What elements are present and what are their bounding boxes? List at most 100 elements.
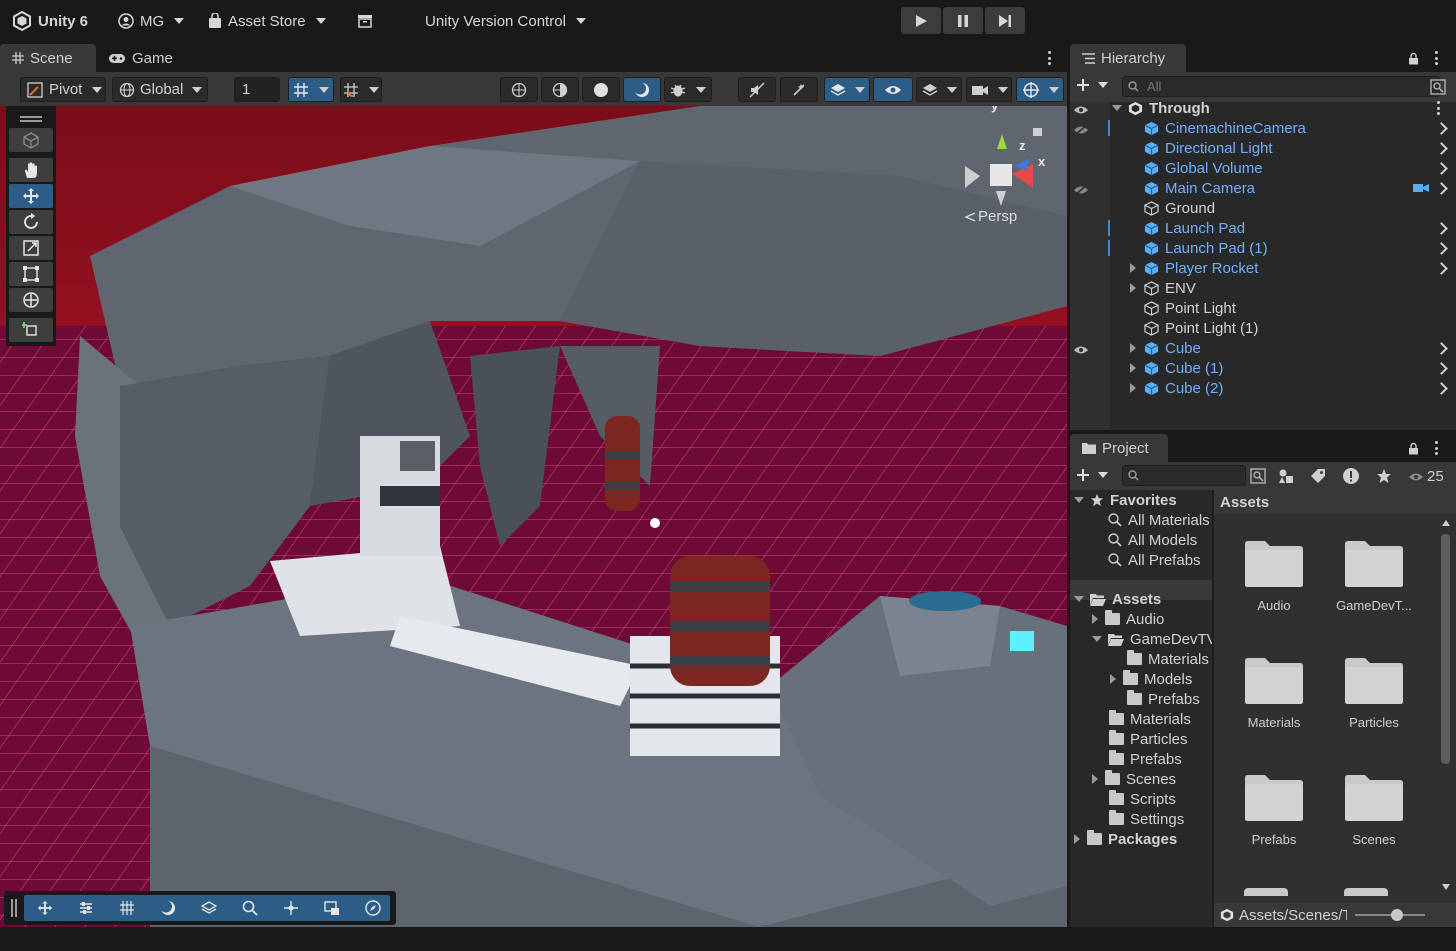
- expand-arrow-icon[interactable]: [1130, 382, 1136, 393]
- favorites-folder[interactable]: Favorites: [1074, 490, 1177, 510]
- global-dropdown[interactable]: Global: [112, 77, 208, 102]
- chevron-right-icon[interactable]: [1435, 122, 1448, 135]
- asset-folder-item[interactable]: Prefabs: [1224, 774, 1324, 847]
- overlay-grid-button[interactable]: [106, 895, 147, 921]
- hierarchy-item[interactable]: ENV: [1070, 278, 1456, 298]
- packages-folder[interactable]: Packages: [1074, 829, 1177, 849]
- create-asset-dropdown[interactable]: [1076, 468, 1108, 482]
- lock-icon[interactable]: [1408, 442, 1419, 455]
- expand-arrow-icon[interactable]: [1110, 674, 1116, 684]
- chevron-right-icon[interactable]: [1435, 262, 1448, 275]
- asset-folder-item[interactable]: GameDevT...: [1324, 540, 1424, 613]
- chevron-right-icon[interactable]: [1435, 162, 1448, 175]
- tab-hierarchy[interactable]: Hierarchy: [1070, 44, 1186, 72]
- tag-icon[interactable]: [1310, 468, 1326, 484]
- project-search-input[interactable]: [1122, 465, 1246, 486]
- chevron-right-icon[interactable]: [1435, 182, 1448, 195]
- vertical-scrollbar[interactable]: [1440, 520, 1450, 890]
- unity-menu[interactable]: Unity 6: [12, 0, 88, 42]
- hierarchy-item[interactable]: Global Volume: [1070, 158, 1456, 178]
- tab-game[interactable]: Game: [96, 44, 185, 72]
- layers-overlay-toggle[interactable]: [824, 77, 870, 102]
- rotate-tool-button[interactable]: [9, 210, 53, 234]
- expand-arrow-icon[interactable]: [1092, 614, 1098, 624]
- version-control-dropdown[interactable]: Unity Version Control: [425, 0, 586, 42]
- assets-folder[interactable]: Assets: [1074, 589, 1161, 609]
- hierarchy-item[interactable]: Launch Pad (1): [1070, 238, 1456, 258]
- pause-button[interactable]: [943, 7, 983, 34]
- hierarchy-item[interactable]: Point Light (1): [1070, 318, 1456, 338]
- expand-arrow-icon[interactable]: [1130, 262, 1136, 273]
- effects-toggle[interactable]: [780, 77, 818, 102]
- shaded-wireframe-button[interactable]: [541, 77, 579, 102]
- drag-handle-icon[interactable]: [11, 899, 13, 917]
- step-button[interactable]: [985, 7, 1025, 34]
- overlay-settings-button[interactable]: [65, 895, 106, 921]
- tab-scene[interactable]: Scene: [0, 44, 96, 72]
- tree-particles[interactable]: Particles: [1109, 729, 1188, 749]
- overlay-search-button[interactable]: [229, 895, 270, 921]
- expand-arrow-icon[interactable]: [1074, 497, 1084, 503]
- project-menu-icon[interactable]: [1434, 441, 1438, 455]
- chevron-right-icon[interactable]: [1435, 222, 1448, 235]
- hierarchy-item[interactable]: Ground: [1070, 198, 1456, 218]
- visibility-toggle[interactable]: [873, 77, 913, 102]
- tree-scenes[interactable]: Scenes: [1092, 769, 1176, 789]
- warning-icon[interactable]: [1342, 467, 1360, 485]
- custom-tool-button[interactable]: [9, 318, 53, 342]
- hierarchy-item[interactable]: CinemachineCamera: [1070, 118, 1456, 138]
- chevron-right-icon[interactable]: [1435, 362, 1448, 375]
- tree-gd-models[interactable]: Models: [1110, 669, 1192, 689]
- tree-prefabs[interactable]: Prefabs: [1109, 749, 1182, 769]
- tab-project[interactable]: Project: [1070, 434, 1168, 462]
- shaded-button[interactable]: [582, 77, 620, 102]
- star-icon[interactable]: [1376, 468, 1392, 484]
- overlay-layers-button[interactable]: [188, 895, 229, 921]
- archive-button[interactable]: [357, 0, 373, 42]
- hierarchy-item[interactable]: Cube: [1070, 338, 1456, 358]
- overlay-move-button[interactable]: [24, 895, 65, 921]
- overlay-pivot-button[interactable]: [270, 895, 311, 921]
- hierarchy-scene-root[interactable]: Through: [1070, 98, 1456, 118]
- overlay-camera-button[interactable]: [311, 895, 352, 921]
- tree-audio[interactable]: Audio: [1092, 609, 1164, 629]
- debug-draw-mode[interactable]: [664, 77, 712, 102]
- expand-arrow-icon[interactable]: [1130, 342, 1136, 353]
- pivot-dropdown[interactable]: Pivot: [20, 77, 106, 102]
- hierarchy-search-input[interactable]: All: [1122, 76, 1440, 97]
- hierarchy-item[interactable]: Directional Light: [1070, 138, 1456, 158]
- hierarchy-item[interactable]: Launch Pad: [1070, 218, 1456, 238]
- tree-scripts[interactable]: Scripts: [1109, 789, 1176, 809]
- lighting-toggle[interactable]: [623, 77, 661, 102]
- grid-snap-toggle[interactable]: [288, 77, 334, 102]
- view-tool-button[interactable]: [9, 128, 53, 152]
- hand-tool-button[interactable]: [9, 158, 53, 182]
- search-options-icon[interactable]: [1250, 468, 1266, 484]
- view-mode-button[interactable]: [500, 77, 538, 102]
- asset-folder-item[interactable]: Particles: [1324, 657, 1424, 730]
- play-button[interactable]: [901, 7, 941, 34]
- rect-tool-button[interactable]: [9, 262, 53, 286]
- create-dropdown[interactable]: [1076, 78, 1108, 92]
- chevron-right-icon[interactable]: [1435, 142, 1448, 155]
- account-dropdown[interactable]: MG: [118, 0, 185, 42]
- hierarchy-menu-icon[interactable]: [1434, 51, 1438, 65]
- search-options-icon[interactable]: [1430, 79, 1446, 95]
- scroll-down-icon[interactable]: [1442, 884, 1450, 890]
- hidden-packages-toggle[interactable]: 25: [1408, 468, 1444, 485]
- overlay-compass-button[interactable]: [352, 895, 393, 921]
- tree-gd-materials[interactable]: Materials: [1127, 649, 1209, 669]
- scene-menu-icon[interactable]: [1436, 101, 1440, 115]
- hierarchy-item[interactable]: Player Rocket: [1070, 258, 1456, 278]
- asset-store-dropdown[interactable]: Asset Store: [208, 0, 326, 42]
- move-tool-button[interactable]: [9, 184, 53, 208]
- tree-gamedevtv[interactable]: GameDevTV: [1092, 629, 1212, 649]
- expand-arrow-icon[interactable]: [1092, 774, 1098, 784]
- gizmos-dropdown[interactable]: [1016, 77, 1064, 102]
- grid-size-field[interactable]: 1: [234, 77, 280, 102]
- audio-toggle[interactable]: [738, 77, 776, 102]
- asset-folder-item[interactable]: Scenes: [1324, 774, 1424, 847]
- scene-viewport[interactable]: y z x Persp: [0, 106, 1067, 927]
- expand-arrow-icon[interactable]: [1112, 105, 1122, 111]
- scene-panel-menu-icon[interactable]: [1047, 51, 1051, 65]
